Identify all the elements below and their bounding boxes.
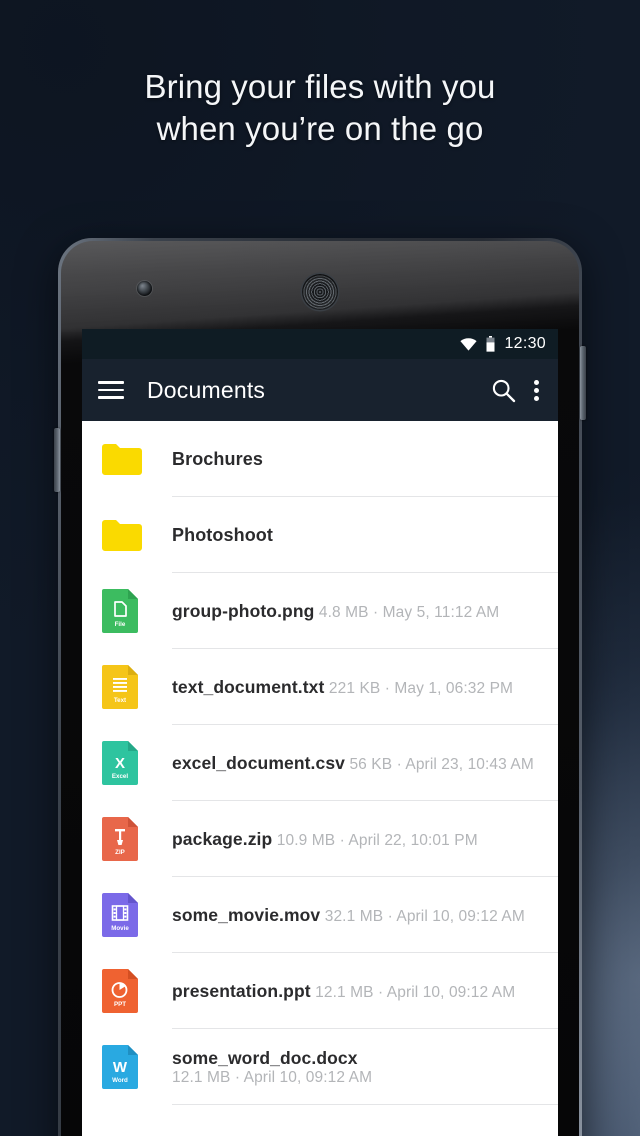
file-name: excel_document.csv	[172, 752, 345, 773]
list-item-text: Brochures	[172, 449, 263, 470]
file-name: group-photo.png	[172, 600, 315, 621]
file-list: Brochures Photoshoot File group-photo.pn…	[82, 421, 558, 1105]
zip-file-icon: ZIP	[102, 817, 154, 861]
file-icon-label: ZIP	[115, 849, 125, 856]
phone-front-face: 12:30 Documents Brochures Photoshoot Fil…	[61, 241, 579, 1136]
file-icon-label: Text	[114, 697, 126, 704]
file-meta: 12.1 MB · April 10, 09:12 AM	[315, 983, 516, 1001]
wifi-icon	[460, 337, 478, 351]
file-icon-label: File	[115, 621, 126, 628]
list-item-text: Photoshoot	[172, 525, 273, 546]
svg-text:W: W	[113, 1059, 128, 1076]
phone-mockup: 12:30 Documents Brochures Photoshoot Fil…	[54, 238, 586, 1136]
volume-rocker-button[interactable]	[54, 428, 60, 492]
power-button[interactable]	[580, 346, 586, 420]
list-divider	[172, 1104, 558, 1105]
list-item[interactable]: Movie some_movie.mov 32.1 MB · April 10,…	[82, 877, 558, 953]
file-meta: 32.1 MB · April 10, 09:12 AM	[324, 907, 525, 925]
list-item[interactable]: ZIP package.zip 10.9 MB · April 22, 10:0…	[82, 801, 558, 877]
file-name: package.zip	[172, 828, 273, 849]
phone-screen: 12:30 Documents Brochures Photoshoot Fil…	[82, 329, 558, 1136]
file-meta: 4.8 MB · May 5, 11:12 AM	[318, 603, 500, 621]
list-item[interactable]: File group-photo.png 4.8 MB · May 5, 11:…	[82, 573, 558, 649]
file-name: text_document.txt	[172, 676, 325, 697]
promo-headline-line-1: Bring your files with you	[144, 68, 496, 105]
list-item[interactable]: Brochures	[82, 421, 558, 497]
app-bar: Documents	[82, 359, 558, 421]
list-item[interactable]: PPT presentation.ppt 12.1 MB · April 10,…	[82, 953, 558, 1029]
list-item-text: some_movie.mov 32.1 MB · April 10, 09:12…	[172, 905, 525, 926]
word-file-icon: W Word	[102, 1045, 154, 1089]
file-meta: 10.9 MB · April 22, 10:01 PM	[276, 831, 478, 849]
excel-file-icon: X Excel	[102, 741, 154, 785]
overflow-menu-icon[interactable]	[534, 379, 539, 401]
powerpoint-file-icon: PPT	[102, 969, 154, 1013]
list-item-text: text_document.txt 221 KB · May 1, 06:32 …	[172, 677, 513, 698]
file-meta: 12.1 MB · April 10, 09:12 AM	[172, 1068, 373, 1086]
front-camera-icon	[137, 281, 152, 296]
file-page-icon: File	[102, 589, 154, 633]
list-item-text: excel_document.csv 56 KB · April 23, 10:…	[172, 753, 534, 774]
list-item[interactable]: Photoshoot	[82, 497, 558, 573]
text-file-icon: Text	[102, 665, 154, 709]
file-icon-label: PPT	[114, 1001, 126, 1008]
promo-headline-line-2: when you’re on the go	[156, 109, 484, 147]
file-name: Brochures	[172, 448, 263, 469]
list-item-text: some_word_doc.docx 12.1 MB · April 10, 0…	[172, 1048, 558, 1087]
file-icon-label: Movie	[111, 925, 129, 932]
list-item[interactable]: Text text_document.txt 221 KB · May 1, 0…	[82, 649, 558, 725]
list-item-text: group-photo.png 4.8 MB · May 5, 11:12 AM	[172, 601, 499, 622]
file-name: some_movie.mov	[172, 904, 321, 925]
folder-icon	[102, 443, 154, 475]
search-icon[interactable]	[491, 378, 516, 403]
file-icon-label: Word	[112, 1077, 128, 1084]
file-icon-label: Excel	[112, 773, 128, 780]
folder-icon	[102, 519, 154, 551]
list-item[interactable]: W Word some_word_doc.docx 12.1 MB · Apri…	[82, 1029, 558, 1105]
status-bar: 12:30	[82, 329, 558, 359]
list-item[interactable]: X Excel excel_document.csv 56 KB · April…	[82, 725, 558, 801]
earpiece-speaker-icon	[302, 274, 338, 310]
file-meta: 221 KB · May 1, 06:32 PM	[328, 679, 514, 697]
movie-file-icon: Movie	[102, 893, 154, 937]
battery-icon	[486, 336, 495, 352]
list-item-text: presentation.ppt 12.1 MB · April 10, 09:…	[172, 981, 515, 1002]
file-name: Photoshoot	[172, 524, 273, 545]
file-name: presentation.ppt	[172, 980, 311, 1001]
file-name: some_word_doc.docx	[172, 1047, 358, 1068]
file-meta: 56 KB · April 23, 10:43 AM	[349, 755, 534, 773]
page-title: Documents	[147, 376, 266, 403]
hamburger-menu-icon[interactable]	[98, 381, 124, 399]
status-bar-clock: 12:30	[504, 335, 546, 352]
svg-text:X: X	[115, 755, 125, 772]
promo-headline: Bring your files with you when you’re on…	[0, 66, 640, 149]
list-item-text: package.zip 10.9 MB · April 22, 10:01 PM	[172, 829, 478, 850]
